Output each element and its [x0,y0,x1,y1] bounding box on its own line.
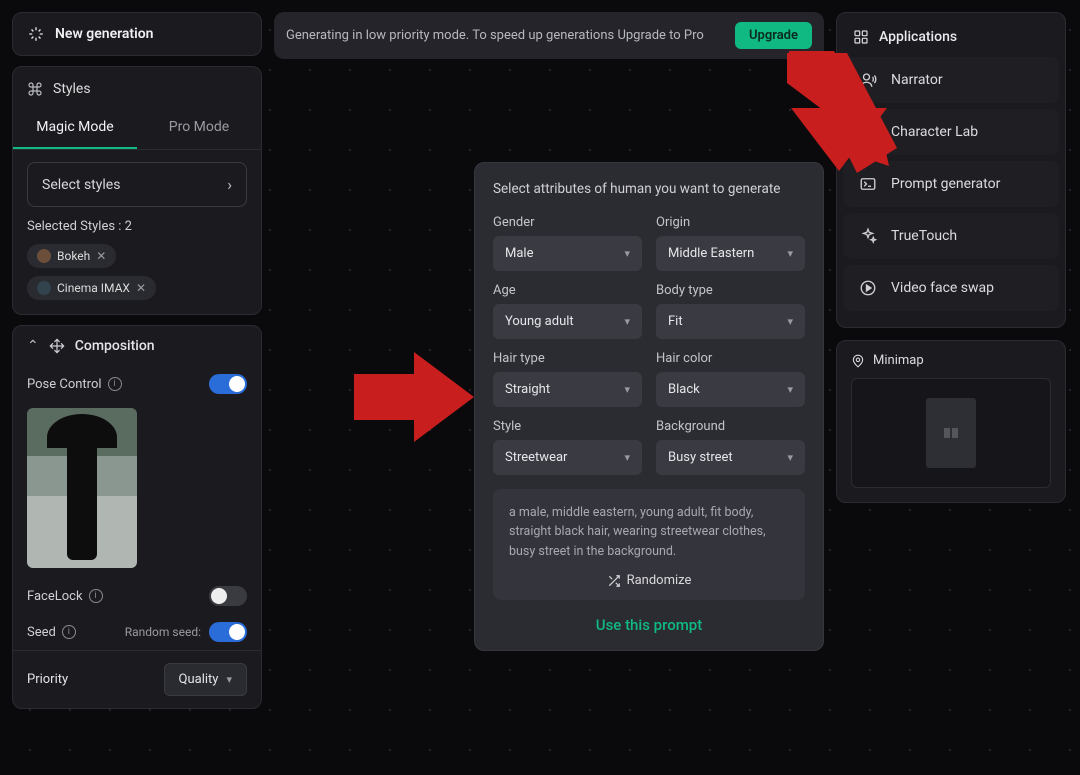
chip-thumb-icon [37,249,51,263]
background-select[interactable]: Busy street▾ [656,440,805,475]
tab-pro-mode[interactable]: Pro Mode [137,107,261,149]
chevron-down-icon: ▾ [226,673,232,686]
prompt-generator-panel: Select attributes of human you want to g… [474,162,824,651]
terminal-icon [859,175,877,193]
use-this-prompt-button[interactable]: Use this prompt [493,616,805,634]
sparkles-icon [859,227,877,245]
play-icon [859,279,877,297]
upgrade-banner: Generating in low priority mode. To spee… [274,12,824,59]
app-item-truetouch[interactable]: TrueTouch [843,213,1059,259]
chevron-down-icon: ▾ [787,315,793,328]
priority-label: Priority [27,672,68,687]
gender-select[interactable]: Male▾ [493,236,642,271]
move-icon [49,338,65,354]
app-item-video-face-swap[interactable]: Video face swap [843,265,1059,311]
new-generation-title: New generation [55,26,154,42]
chevron-down-icon: ▾ [787,247,793,260]
pose-control-toggle[interactable] [209,374,247,394]
chevron-down-icon: ▾ [624,383,630,396]
seed-row: Seed i Random seed: [13,614,261,650]
chevron-up-icon: ⌃ [27,338,39,354]
chevron-down-icon: ▾ [624,315,630,328]
new-generation-header: New generation [13,13,261,55]
select-styles-button[interactable]: Select styles › [27,162,247,207]
location-icon [851,354,865,368]
annotation-arrow-icon [354,352,474,442]
sparkle-icon [27,25,45,43]
random-seed-toggle[interactable] [209,622,247,642]
remove-icon[interactable]: ✕ [96,249,106,263]
body-type-select[interactable]: Fit▾ [656,304,805,339]
generated-prompt-text: a male, middle eastern, young adult, fit… [509,503,789,561]
minimap-viewport[interactable] [851,378,1051,488]
pose-control-row: Pose Control i [13,366,261,402]
composition-header[interactable]: ⌃ Composition [13,326,261,366]
chevron-down-icon: ▾ [787,451,793,464]
chevron-down-icon: ▾ [787,383,793,396]
annotation-arrow-icon [789,51,889,166]
upgrade-button[interactable]: Upgrade [735,22,812,49]
chevron-down-icon: ▾ [624,247,630,260]
selected-styles-count: Selected Styles : 2 [27,219,247,234]
facelock-row: FaceLock i [13,578,261,614]
chip-thumb-icon [37,281,51,295]
pose-preview-image[interactable] [27,408,137,568]
command-icon [27,81,43,97]
origin-select[interactable]: Middle Eastern▾ [656,236,805,271]
style-select[interactable]: Streetwear▾ [493,440,642,475]
prompt-panel-title: Select attributes of human you want to g… [493,181,805,197]
hair-type-select[interactable]: Straight▾ [493,372,642,407]
chevron-down-icon: ▾ [624,451,630,464]
tab-magic-mode[interactable]: Magic Mode [13,107,137,149]
minimap-header: Minimap [851,353,1051,368]
apps-grid-icon [853,29,869,45]
facelock-toggle[interactable] [209,586,247,606]
info-icon[interactable]: i [108,377,122,391]
shuffle-icon [607,574,621,588]
remove-icon[interactable]: ✕ [136,281,146,295]
minimap-content-icon [944,428,958,438]
style-chip-cinema-imax[interactable]: Cinema IMAX ✕ [27,276,156,300]
info-icon[interactable]: i [89,589,103,603]
styles-header: Styles [27,77,247,107]
style-chip-bokeh[interactable]: Bokeh ✕ [27,244,116,268]
hair-color-select[interactable]: Black▾ [656,372,805,407]
priority-select[interactable]: Quality ▾ [164,663,247,696]
chevron-right-icon: › [227,175,232,194]
randomize-button[interactable]: Randomize [509,573,789,588]
age-select[interactable]: Young adult▾ [493,304,642,339]
info-icon[interactable]: i [62,625,76,639]
